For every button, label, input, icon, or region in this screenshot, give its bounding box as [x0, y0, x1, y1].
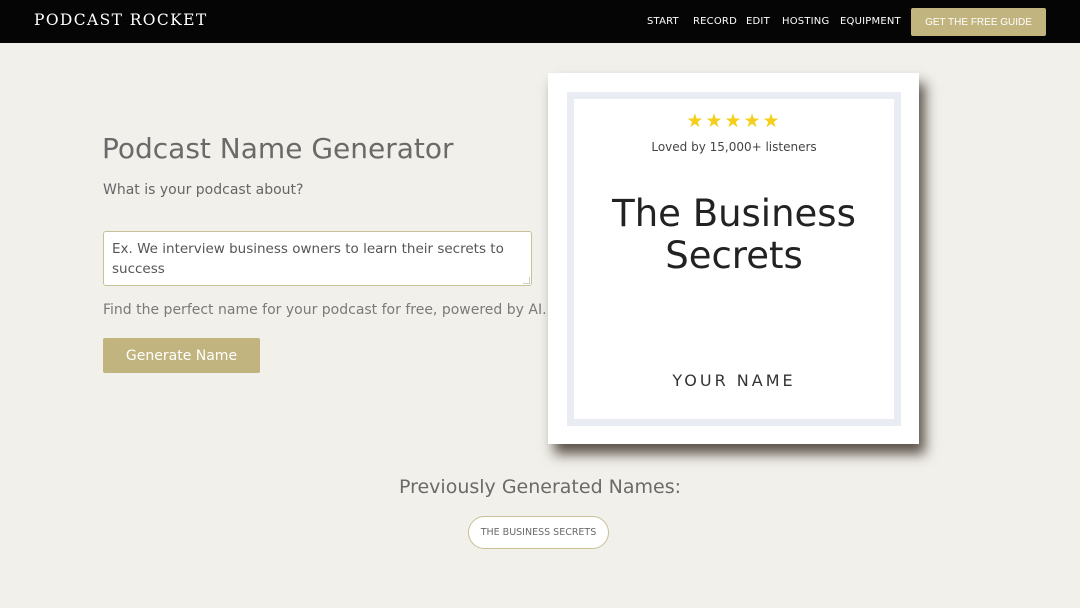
logo[interactable]: PODCAST ROCKET: [34, 11, 208, 29]
cover-frame: ★★★★★ Loved by 15,000+ listeners The Bus…: [567, 92, 901, 426]
nav-item-equipment[interactable]: EQUIPMENT: [840, 16, 901, 27]
page-title: Podcast Name Generator: [102, 132, 454, 165]
history-item[interactable]: THE BUSINESS SECRETS: [468, 516, 609, 549]
star-rating-icon: ★★★★★: [686, 110, 782, 132]
podcast-cover-preview: ★★★★★ Loved by 15,000+ listeners The Bus…: [548, 73, 919, 444]
nav-item-hosting[interactable]: HOSTING: [782, 16, 829, 27]
cover-author-name: YOUR NAME: [672, 371, 796, 390]
nav-item-edit[interactable]: EDIT: [746, 16, 770, 27]
history-title: Previously Generated Names:: [398, 476, 682, 498]
podcast-topic-input[interactable]: [103, 231, 532, 286]
textarea-resize-handle[interactable]: [523, 277, 530, 284]
nav-item-record[interactable]: RECORD: [693, 16, 737, 27]
generate-name-button[interactable]: Generate Name: [103, 338, 260, 373]
cover-podcast-name: The Business Secrets: [612, 192, 856, 277]
helper-text: Find the perfect name for your podcast f…: [103, 302, 547, 318]
podcast-topic-label: What is your podcast about?: [103, 182, 304, 198]
nav-item-start[interactable]: START: [647, 16, 679, 27]
rating-text: Loved by 15,000+ listeners: [651, 140, 817, 154]
top-navigation-bar: PODCAST ROCKET START RECORD EDIT HOSTING…: [0, 0, 1080, 43]
free-guide-button[interactable]: GET THE FREE GUIDE: [911, 8, 1046, 36]
